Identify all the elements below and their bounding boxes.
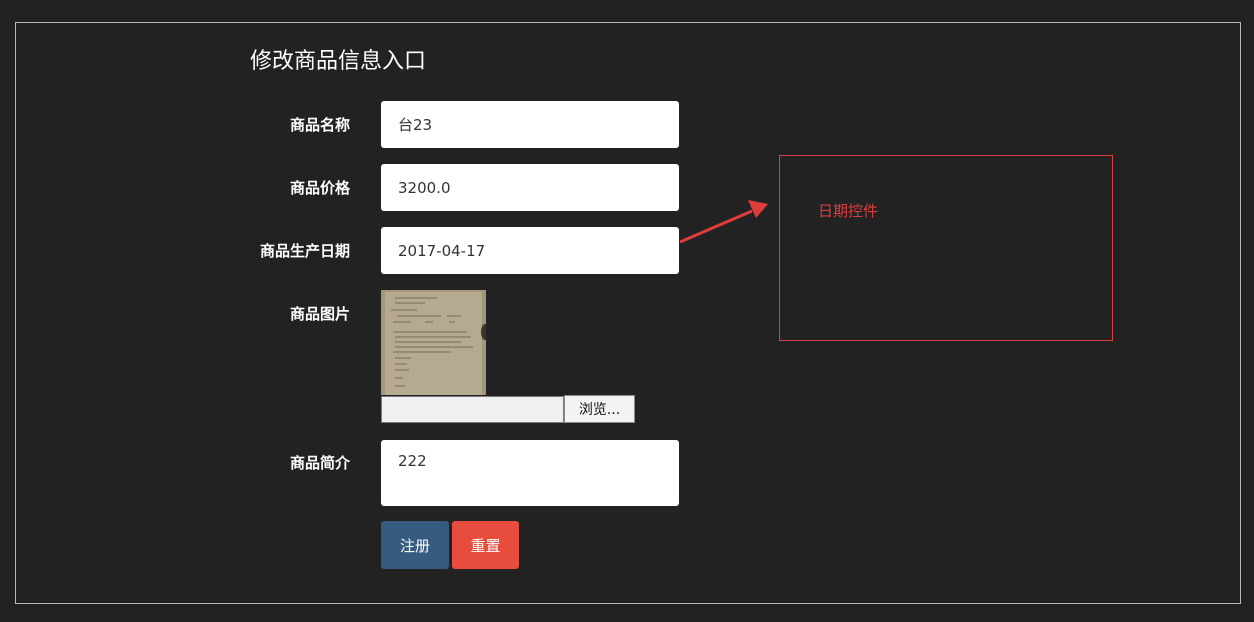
annotation-text: 日期控件 xyxy=(818,202,879,220)
annotation-box xyxy=(779,155,1113,341)
